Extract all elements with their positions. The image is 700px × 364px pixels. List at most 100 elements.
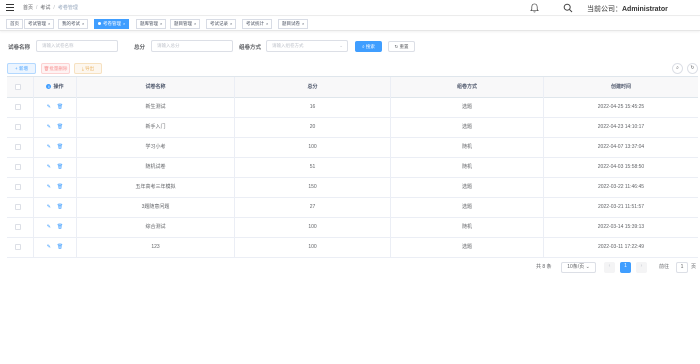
table-row[interactable]: ✎ 🗑 新生测试 16 选题 2022-04-25 15:45:25	[7, 98, 698, 118]
tag-paper-manage[interactable]: 考卷管理 ×	[94, 19, 130, 29]
download-icon: ⤓	[81, 66, 84, 71]
current-company: 当前公司：Administrator	[587, 4, 668, 14]
delete-icon[interactable]: 🗑	[57, 118, 63, 137]
close-icon[interactable]: ×	[48, 21, 50, 26]
row-checkbox[interactable]	[15, 184, 21, 190]
row-checkbox[interactable]	[15, 164, 21, 170]
company-name: Administrator	[622, 6, 668, 13]
delete-icon[interactable]: 🗑	[57, 218, 63, 237]
tag-exam-manage[interactable]: 考试管理 ×	[24, 19, 55, 29]
active-dot-icon	[98, 22, 101, 26]
close-icon[interactable]: ×	[82, 21, 84, 26]
score-input[interactable]: 请输入总分	[151, 40, 233, 52]
tag-exam-record[interactable]: 考试记录 ×	[206, 19, 237, 29]
search-icon[interactable]	[563, 3, 573, 13]
cell-score: 100	[235, 138, 391, 157]
prev-page-button[interactable]: ‹	[604, 262, 615, 273]
chevron-down-icon: ⌄	[585, 264, 590, 270]
close-icon[interactable]: ×	[266, 21, 268, 26]
edit-icon[interactable]: ✎	[47, 218, 51, 237]
table-row[interactable]: ✎ 🗑 3题随意问题 27 选题 2022-03-21 11:51:57	[7, 198, 698, 218]
delete-icon[interactable]: 🗑	[57, 198, 63, 217]
tag-my-exam[interactable]: 我的考试 ×	[58, 19, 89, 29]
edit-icon[interactable]: ✎	[47, 98, 51, 117]
tag-home[interactable]: 首页	[6, 19, 23, 29]
paper-name-input[interactable]: 请输入试卷名称	[36, 40, 118, 52]
cell-mode: 选题	[391, 178, 544, 197]
row-checkbox[interactable]	[15, 144, 21, 150]
tag-question-manage[interactable]: 题目管理 ×	[170, 19, 201, 29]
cell-mode: 选题	[391, 98, 544, 117]
reset-button[interactable]: ↻ 重置	[388, 41, 415, 52]
cell-score: 27	[235, 198, 391, 217]
export-button[interactable]: ⤓ 导出	[74, 63, 102, 74]
table-row[interactable]: ✎ 🗑 综合测试 100 随机 2022-03-14 15:39:13	[7, 218, 698, 238]
cell-created: 2022-03-14 15:39:13	[597, 224, 645, 230]
cell-paper-name: 3题随意问题	[77, 198, 235, 217]
edit-icon[interactable]: ✎	[47, 158, 51, 177]
row-checkbox[interactable]	[15, 104, 21, 110]
edit-icon[interactable]: ✎	[47, 198, 51, 217]
edit-icon[interactable]: ✎	[47, 118, 51, 137]
refresh-icon: ↻	[394, 44, 399, 49]
score-label: 总分	[134, 45, 146, 51]
edit-icon[interactable]: ✎	[47, 178, 51, 197]
table-row[interactable]: ✎ 🗑 五年高考三年模拟 150 选题 2022-03-22 11:46:45	[7, 178, 698, 198]
page-size-select[interactable]: 10条/页 ⌄	[561, 262, 596, 273]
delete-icon[interactable]: 🗑	[57, 138, 63, 157]
delete-icon[interactable]: 🗑	[57, 238, 63, 257]
plus-icon: +	[15, 66, 18, 71]
tag-question-paper[interactable]: 题目试卷 ×	[278, 19, 309, 29]
cell-created: 2022-03-21 11:51:57	[597, 204, 645, 210]
edit-icon[interactable]: ✎	[47, 238, 51, 257]
edit-icon[interactable]: ✎	[47, 138, 51, 157]
table-header: i 操作 试卷名称 总分 组卷方式 创建时间	[7, 76, 698, 98]
refresh-icon[interactable]: ↻	[687, 63, 698, 74]
add-button[interactable]: + 新增	[7, 63, 36, 74]
row-checkbox[interactable]	[15, 204, 21, 210]
col-actions: i 操作	[34, 77, 77, 98]
search-button[interactable]: ⌕ 搜索	[355, 41, 382, 52]
row-actions: ✎ 🗑	[34, 178, 77, 197]
mode-select[interactable]: 请输入组卷方式 ⌄	[266, 40, 348, 52]
table-row[interactable]: ✎ 🗑 123 100 选题 2022-03-11 17:22:49	[7, 238, 698, 258]
row-checkbox[interactable]	[15, 244, 21, 250]
table-row[interactable]: ✎ 🗑 随机试卷 51 随机 2022-04-03 15:58:50	[7, 158, 698, 178]
goto-page-input[interactable]: 1	[676, 262, 688, 273]
breadcrumb-exam[interactable]: 考试	[40, 4, 50, 11]
close-icon[interactable]: ×	[123, 21, 125, 26]
delete-icon[interactable]: 🗑	[57, 158, 63, 177]
table-row[interactable]: ✎ 🗑 学习小考 100 随机 2022-04-07 13:37:04	[7, 138, 698, 158]
cell-score: 51	[235, 158, 391, 177]
batch-delete-button[interactable]: 🗑批量删除	[41, 63, 70, 74]
toggle-search-icon[interactable]: ⌕	[672, 63, 683, 74]
breadcrumb-home[interactable]: 首页	[23, 4, 33, 11]
cell-paper-name: 新生测试	[77, 98, 235, 117]
close-icon[interactable]: ×	[160, 21, 162, 26]
close-icon[interactable]: ×	[194, 21, 196, 26]
select-all-checkbox[interactable]	[15, 84, 21, 90]
cell-created: 2022-04-03 15:58:50	[597, 164, 645, 170]
next-page-button[interactable]: ›	[636, 262, 647, 273]
cell-mode: 随机	[391, 218, 544, 237]
row-checkbox[interactable]	[15, 224, 21, 230]
cell-created: 2022-04-23 14:10:17	[597, 124, 645, 130]
cell-mode: 选题	[391, 238, 544, 257]
breadcrumb: 首页 / 考试 / 考卷管理	[23, 4, 78, 12]
hamburger-menu-icon[interactable]	[6, 4, 14, 11]
table-row[interactable]: ✎ 🗑 新手入门 20 选题 2022-04-23 14:10:17	[7, 118, 698, 138]
mode-label: 组卷方式	[239, 45, 262, 51]
delete-icon[interactable]: 🗑	[57, 178, 63, 197]
tag-exam-stats[interactable]: 考试统计 ×	[242, 19, 273, 29]
close-icon[interactable]: ×	[302, 21, 304, 26]
page-1-button[interactable]: 1	[620, 262, 631, 273]
tag-bank-manage[interactable]: 题库管理 ×	[136, 19, 167, 29]
top-navbar: 首页 / 考试 / 考卷管理 当前公司：Administrator	[0, 0, 700, 16]
delete-icon[interactable]: 🗑	[57, 98, 63, 117]
close-icon[interactable]: ×	[230, 21, 232, 26]
cell-paper-name: 综合测试	[77, 218, 235, 237]
chevron-down-icon: ⌄	[339, 43, 343, 48]
bell-icon[interactable]	[530, 3, 539, 13]
row-actions: ✎ 🗑	[34, 158, 77, 177]
row-checkbox[interactable]	[15, 124, 21, 130]
